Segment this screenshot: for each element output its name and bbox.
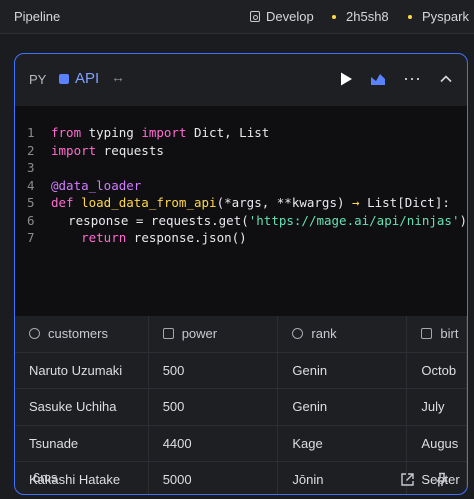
- table-row: Naruto Uzumaki 500 Genin Octob: [15, 352, 467, 389]
- code-token: @data_loader: [51, 177, 142, 193]
- pin-button[interactable]: [431, 468, 453, 490]
- branch-label: Develop: [266, 9, 314, 24]
- code-token: typing: [81, 125, 142, 140]
- status-dot-icon: [408, 14, 412, 19]
- code-token: import: [141, 125, 187, 140]
- line-number: 3: [27, 160, 35, 175]
- table-cell: 4400: [148, 425, 279, 462]
- code-line: 6 response = requests.get('https://mage.…: [15, 212, 467, 230]
- text-type-icon: [29, 328, 40, 340]
- table-row: Tsunade 4400 Kage Augus: [15, 425, 467, 462]
- block-name-label: API: [75, 70, 100, 87]
- column-header[interactable]: rank: [277, 316, 408, 353]
- table-cell: July: [406, 388, 467, 426]
- chart-icon: [371, 74, 385, 85]
- code-token: def: [51, 195, 74, 210]
- engine-label: Pyspark: [422, 9, 469, 24]
- open-external-button[interactable]: [396, 468, 418, 490]
- block-header: PY API ↔ ⋯: [15, 54, 467, 106]
- number-type-icon: [162, 328, 174, 340]
- code-token: return: [51, 230, 127, 245]
- code-token: import: [51, 142, 97, 158]
- block-name[interactable]: API: [59, 70, 99, 87]
- top-bar: Pipeline Develop 2h5sh8 Pyspark: [0, 0, 474, 34]
- column-label: birt: [440, 326, 459, 342]
- table-cell: Genin: [277, 388, 408, 426]
- category-type-icon: [292, 328, 304, 340]
- page-title: Pipeline: [14, 9, 61, 24]
- expand-arrows-icon[interactable]: ↔: [111, 69, 125, 85]
- code-token: requests: [96, 142, 164, 158]
- block-color-icon: [59, 73, 69, 84]
- code-token: from: [51, 125, 82, 140]
- table-cell: 500: [148, 388, 279, 426]
- engine-indicator[interactable]: Pyspark: [408, 9, 469, 24]
- code-token: ): [459, 212, 467, 228]
- table-cell: Naruto Uzumaki: [15, 352, 149, 389]
- column-header[interactable]: power: [148, 316, 279, 353]
- line-number: 5: [27, 195, 35, 210]
- commit-label: 2h5sh8: [346, 9, 389, 24]
- column-label: power: [181, 326, 218, 342]
- code-line: 5 def load_data_from_api(*args, **kwargs)…: [15, 194, 467, 212]
- code-line: 4 @data_loader: [15, 177, 467, 195]
- code-token: 'https://mage.ai/api/ninjas': [248, 212, 460, 228]
- more-button[interactable]: ⋯: [401, 68, 423, 90]
- table-cell: Kage: [277, 425, 408, 462]
- line-number: 4: [27, 177, 35, 193]
- line-number: 6: [27, 212, 35, 228]
- code-token: →: [352, 195, 360, 210]
- chevron-up-icon: [440, 75, 452, 83]
- code-line: 1 from typing import Dict, List: [15, 124, 467, 142]
- external-link-icon: [400, 472, 414, 486]
- table-cell: Octob: [406, 352, 467, 389]
- code-token: response = requests.get(: [38, 212, 249, 228]
- table-header-row: customers power rank birt: [15, 316, 467, 353]
- collapse-button[interactable]: [435, 68, 457, 90]
- language-label: PY: [29, 72, 47, 87]
- code-block[interactable]: PY API ↔ ⋯ 1 from typing import Dict, Lis…: [14, 53, 468, 495]
- execution-time: 6ms: [33, 470, 58, 485]
- code-token: response.json(): [126, 230, 247, 245]
- status-dot-icon: [332, 14, 336, 19]
- code-line: 3: [15, 159, 467, 177]
- date-type-icon: [421, 328, 433, 340]
- code-token: load_data_from_api: [73, 195, 217, 210]
- line-number: 7: [27, 230, 35, 245]
- code-token: Dict, List: [186, 125, 270, 140]
- table-cell: Genin: [277, 352, 408, 389]
- play-icon: [341, 72, 352, 86]
- block-footer: 6ms: [15, 462, 467, 494]
- table-cell: Augus: [406, 425, 467, 462]
- line-number: 2: [27, 142, 35, 158]
- column-header[interactable]: birt: [406, 316, 467, 353]
- branch-selector[interactable]: Develop: [250, 9, 314, 24]
- table-row: Sasuke Uchiha 500 Genin July: [15, 388, 467, 426]
- column-label: customers: [48, 326, 108, 342]
- line-number: 1: [27, 125, 35, 140]
- column-label: rank: [311, 326, 337, 342]
- table-cell: Sasuke Uchiha: [15, 388, 149, 426]
- code-line: 2 import requests: [15, 142, 467, 160]
- branch-icon: [250, 11, 260, 22]
- run-button[interactable]: [335, 68, 357, 90]
- code-token: List[Dict]:: [359, 195, 450, 210]
- pin-icon: [436, 472, 448, 486]
- code-line: 7 return response.json(): [15, 229, 467, 247]
- code-token: (*args, **kwargs): [216, 195, 353, 210]
- chart-button[interactable]: [367, 68, 389, 90]
- table-cell: 500: [148, 352, 279, 389]
- column-header[interactable]: customers: [15, 316, 149, 353]
- commit-indicator[interactable]: 2h5sh8: [332, 9, 389, 24]
- table-cell: Tsunade: [15, 425, 149, 462]
- code-editor[interactable]: 1 from typing import Dict, List 2 import r…: [15, 106, 467, 316]
